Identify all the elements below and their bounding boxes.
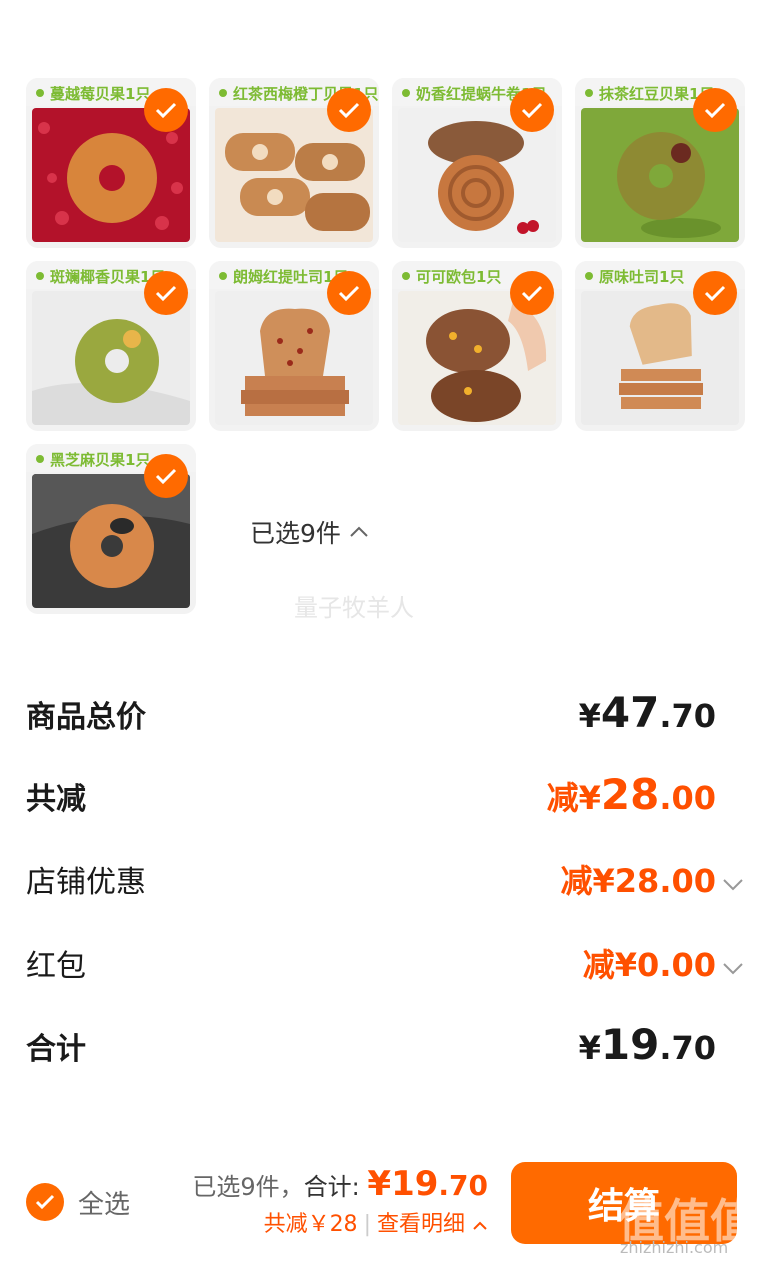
product-card[interactable]: 可可欧包1只	[392, 261, 562, 431]
product-card[interactable]: 红茶西梅橙丁贝果1只	[209, 78, 379, 248]
product-card[interactable]: 抹茶红豆贝果1只	[575, 78, 745, 248]
selected-check-icon[interactable]	[693, 271, 737, 315]
discount-label: 共减	[26, 782, 86, 817]
discount-value: 减¥28.00	[546, 770, 716, 819]
product-card[interactable]: 奶香红提蜗牛卷1只	[392, 78, 562, 248]
total-price-row: 商品总价 ¥47.70	[26, 688, 716, 737]
product-card[interactable]: 蔓越莓贝果1只	[26, 78, 196, 248]
product-card[interactable]: 斑斓椰香贝果1只	[26, 261, 196, 431]
selected-check-icon[interactable]	[327, 271, 371, 315]
bottom-selected-count: 已选9件，	[192, 1173, 304, 1201]
select-all-check-icon[interactable]	[26, 1183, 64, 1221]
sum-label: 合计	[26, 1032, 86, 1067]
chevron-up-icon	[349, 515, 369, 544]
selected-check-icon[interactable]	[693, 88, 737, 132]
discount-row: 共减 减¥28.00	[26, 770, 716, 819]
shop-discount-label: 店铺优惠	[26, 865, 146, 900]
selected-check-icon[interactable]	[327, 88, 371, 132]
selected-check-icon[interactable]	[144, 271, 188, 315]
bottom-discount: 共减￥28	[263, 1212, 358, 1237]
sum-value: ¥19.70	[578, 1020, 716, 1069]
product-card[interactable]: 原味吐司1只	[575, 261, 745, 431]
red-packet-label: 红包	[26, 949, 86, 984]
shop-discount-row[interactable]: 店铺优惠 减¥28.00	[26, 856, 746, 902]
selected-check-icon[interactable]	[510, 88, 554, 132]
selected-check-icon[interactable]	[510, 271, 554, 315]
selected-check-icon[interactable]	[144, 88, 188, 132]
red-packet-value: 减¥0.00	[583, 940, 746, 986]
bottom-sum-label: 合计:	[303, 1173, 368, 1201]
select-all-toggle[interactable]: 全选	[26, 1183, 130, 1221]
watermark-text: 量子牧羊人	[294, 594, 414, 622]
sum-row: 合计 ¥19.70	[26, 1020, 716, 1069]
total-price-label: 商品总价	[26, 700, 146, 735]
view-details-link[interactable]: 查看明细	[377, 1212, 488, 1237]
select-all-label: 全选	[78, 1189, 131, 1220]
selected-check-icon[interactable]	[144, 454, 188, 498]
red-packet-row[interactable]: 红包 减¥0.00	[26, 940, 746, 986]
shop-discount-value: 减¥28.00	[561, 856, 747, 902]
total-price-value: ¥47.70	[578, 688, 716, 737]
chevron-up-icon	[473, 1221, 487, 1230]
selected-count-toggle[interactable]: 已选9件	[250, 514, 369, 550]
bottom-summary: 已选9件，合计: ¥19.70 共减￥28 | 查看明细	[192, 1164, 488, 1237]
product-card[interactable]: 朗姆红提吐司1只	[209, 261, 379, 431]
product-card[interactable]: 黑芝麻贝果1只	[26, 444, 196, 614]
chevron-down-icon	[722, 961, 746, 980]
site-watermark-url: zhizhizhi.com	[620, 1238, 729, 1257]
bottom-sum-value: ¥19.70	[367, 1164, 488, 1204]
chevron-down-icon	[722, 877, 746, 896]
